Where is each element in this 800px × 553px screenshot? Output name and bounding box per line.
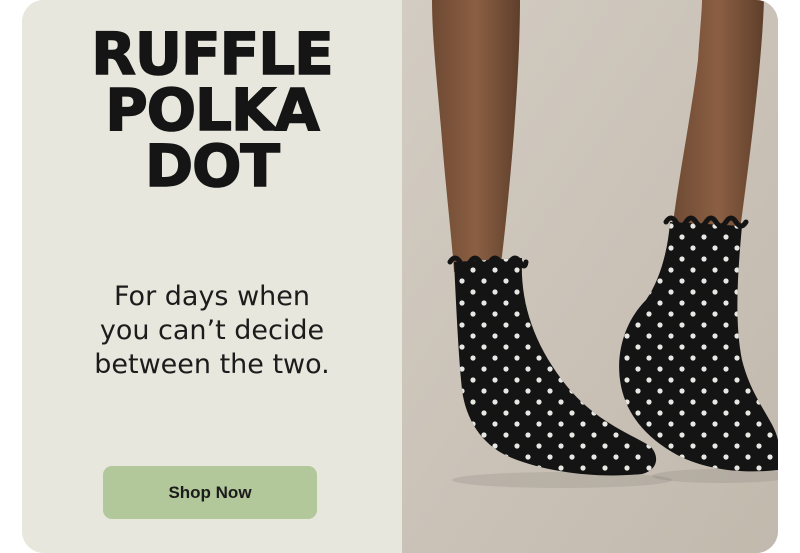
promo-title-line: DOT [144,132,281,200]
promo-subtitle: For days when you can’t decide between t… [52,280,372,382]
promo-subtitle-line: For days when [113,281,310,312]
promo-title: RUFFLE POLKA DOT [22,20,402,200]
promo-subtitle-line: between the two. [94,349,330,380]
promo-subtitle-line: you can’t decide [99,315,325,346]
socks-illustration [402,0,778,553]
promo-title-line: POLKA [104,76,320,144]
promo-title-line: RUFFLE [90,20,334,88]
promo-text-panel: RUFFLE POLKA DOT For days when you can’t… [22,0,402,553]
floor-shadow [452,472,672,488]
product-photo [402,0,778,553]
promo-card: RUFFLE POLKA DOT For days when you can’t… [22,0,778,553]
shop-now-button[interactable]: Shop Now [103,466,317,519]
